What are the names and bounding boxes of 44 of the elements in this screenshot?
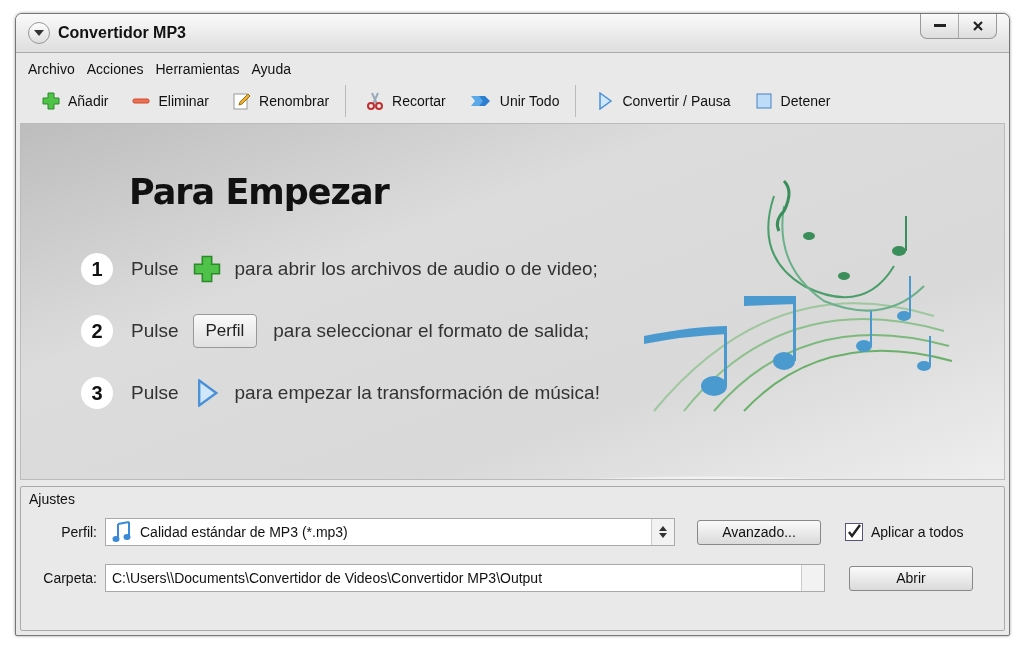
step-number: 1	[81, 253, 113, 285]
plus-icon	[42, 92, 60, 110]
play-icon	[596, 92, 615, 110]
checkbox-label: Aplicar a todos	[871, 524, 964, 540]
step-number: 3	[81, 377, 113, 409]
toolbar-button[interactable]: Convertir / Pausa	[582, 86, 741, 116]
field-label: Perfil:	[60, 524, 97, 540]
caret-icon	[34, 30, 44, 36]
menu-item[interactable]: Archivo	[22, 61, 81, 77]
advanced-button[interactable]: Avanzado...	[697, 519, 821, 545]
plus-icon	[192, 255, 221, 283]
checkbox[interactable]	[845, 523, 863, 541]
window-menu-button[interactable]	[28, 22, 50, 44]
toolbar-button[interactable]: Unir Todo	[455, 86, 570, 116]
toolbar-button[interactable]: Añadir	[28, 86, 119, 116]
window-title: Convertidor MP3	[58, 24, 186, 42]
menu-item[interactable]: Acciones	[80, 61, 150, 77]
minimize-icon	[933, 24, 946, 28]
step-text: Pulse	[131, 320, 179, 342]
field-label: Carpeta:	[42, 570, 97, 586]
toolbar-button[interactable]: Detener	[740, 86, 841, 116]
step-text: para abrir los archivos de audio o de video;	[234, 258, 598, 280]
toolbar-button[interactable]: Eliminar	[118, 86, 220, 116]
stop-icon	[754, 92, 773, 110]
menu-item[interactable]: Herramientas	[149, 61, 246, 77]
heading: Para Empezar	[129, 172, 391, 212]
pencil-note-icon	[233, 92, 252, 110]
step-number: 2	[81, 315, 113, 347]
step-text: Pulse	[131, 382, 179, 404]
folder-path-field[interactable]: C:\Users\\Documents\Convertidor de Videos\Convertidor MP3\Output	[105, 564, 825, 592]
step-text: para seleccionar el formato de salida;	[273, 320, 590, 342]
section-title: Ajustes	[29, 491, 76, 507]
open-button[interactable]: Abrir	[849, 565, 973, 591]
scissors-icon	[366, 92, 385, 110]
close-icon	[971, 20, 984, 32]
step-text: para empezar la transformación de música!	[234, 382, 600, 404]
toolbar-button[interactable]: Renombrar	[219, 86, 340, 116]
step-text: Pulse	[131, 258, 179, 280]
toolbar-button[interactable]: Recortar	[352, 86, 456, 116]
menu-item[interactable]: Ayuda	[245, 61, 297, 77]
profile-button[interactable]: Perfil	[192, 314, 258, 348]
spinner-arrows-icon	[659, 526, 667, 538]
music-note-icon	[112, 521, 132, 543]
profile-dropdown[interactable]: Calidad estándar de MP3 (*.mp3)	[105, 518, 675, 546]
